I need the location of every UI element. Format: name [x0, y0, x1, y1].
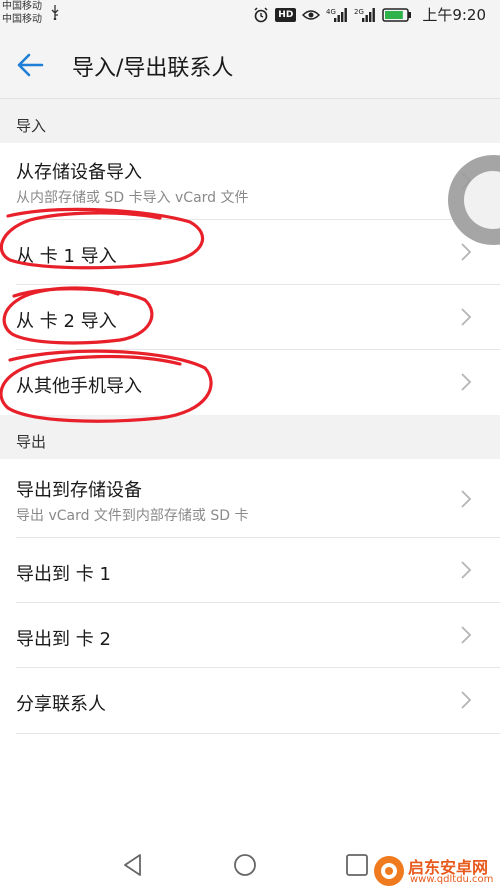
carrier-2: 中国移动	[2, 14, 42, 25]
svg-text:2G: 2G	[354, 8, 364, 16]
chevron-right-icon	[461, 626, 472, 644]
chevron-right-icon	[461, 691, 472, 709]
chevron-right-icon	[461, 490, 472, 508]
item-title: 从 卡 2 导入	[16, 311, 117, 332]
item-title: 导出到存储设备	[16, 480, 142, 501]
status-icons: HD 4G 2G 上午9:20	[253, 4, 486, 25]
watermark: 启东安卓网 www.qdltdu.com	[372, 852, 500, 890]
export-to-storage-item[interactable]: 导出到存储设备 导出 vCard 文件到内部存储或 SD 卡	[0, 459, 500, 538]
signal-4g-icon: 4G	[326, 7, 348, 22]
alarm-icon	[254, 6, 268, 22]
share-contacts-item[interactable]: 分享联系人	[0, 668, 500, 734]
home-circle-icon[interactable]	[232, 852, 258, 878]
svg-text:4G: 4G	[326, 8, 336, 16]
carrier-1: 中国移动	[2, 1, 42, 12]
item-title: 导出到 卡 2	[16, 629, 111, 650]
back-triangle-icon[interactable]	[120, 852, 146, 878]
status-time: 上午9:20	[422, 6, 486, 24]
screen: 中国移动 中国移动 HD 4G 2G 上午9:20 导入/导出联系人 导入 从存…	[0, 0, 500, 890]
import-section-header: 导入	[0, 99, 500, 143]
item-subtitle: 从内部存储或 SD 卡导入 vCard 文件	[16, 190, 249, 206]
back-button[interactable]	[14, 48, 48, 82]
import-from-storage-item[interactable]: 从存储设备导入 从内部存储或 SD 卡导入 vCard 文件	[0, 143, 500, 220]
item-title: 从 卡 1 导入	[16, 246, 117, 267]
usb-icon	[51, 5, 59, 20]
item-title: 从其他手机导入	[16, 376, 142, 397]
watermark-logo-icon	[374, 856, 404, 886]
chevron-right-icon	[461, 243, 472, 261]
status-bar: 中国移动 中国移动 HD 4G 2G 上午9:20	[0, 0, 500, 28]
item-subtitle: 导出 vCard 文件到内部存储或 SD 卡	[16, 508, 249, 524]
chevron-right-icon	[461, 308, 472, 326]
item-title: 导出到 卡 1	[16, 564, 111, 585]
battery-icon	[382, 7, 412, 22]
arrow-left-icon	[17, 53, 44, 77]
page-title: 导入/导出联系人	[72, 56, 234, 81]
item-title: 分享联系人	[16, 694, 106, 715]
recents-square-icon[interactable]	[344, 852, 370, 878]
import-from-sim1-item[interactable]: 从 卡 1 导入	[0, 220, 500, 285]
export-section-label: 导出	[16, 433, 47, 451]
eye-icon	[302, 9, 321, 20]
hd-badge: HD	[275, 7, 297, 22]
divider	[16, 733, 500, 734]
import-from-sim2-item[interactable]: 从 卡 2 导入	[0, 285, 500, 350]
app-bar: 导入/导出联系人	[0, 28, 500, 99]
import-from-other-phone-item[interactable]: 从其他手机导入	[0, 350, 500, 415]
export-to-sim2-item[interactable]: 导出到 卡 2	[0, 603, 500, 668]
watermark-url: www.qdltdu.com	[410, 874, 494, 885]
export-to-sim1-item[interactable]: 导出到 卡 1	[0, 538, 500, 603]
chevron-right-icon	[461, 373, 472, 391]
signal-2g-icon: 2G	[354, 7, 376, 22]
carrier-labels: 中国移动 中国移动	[2, 0, 42, 26]
item-title: 从存储设备导入	[16, 162, 142, 183]
export-section-header: 导出	[0, 415, 500, 459]
chevron-right-icon	[461, 561, 472, 579]
import-section-label: 导入	[16, 117, 47, 135]
